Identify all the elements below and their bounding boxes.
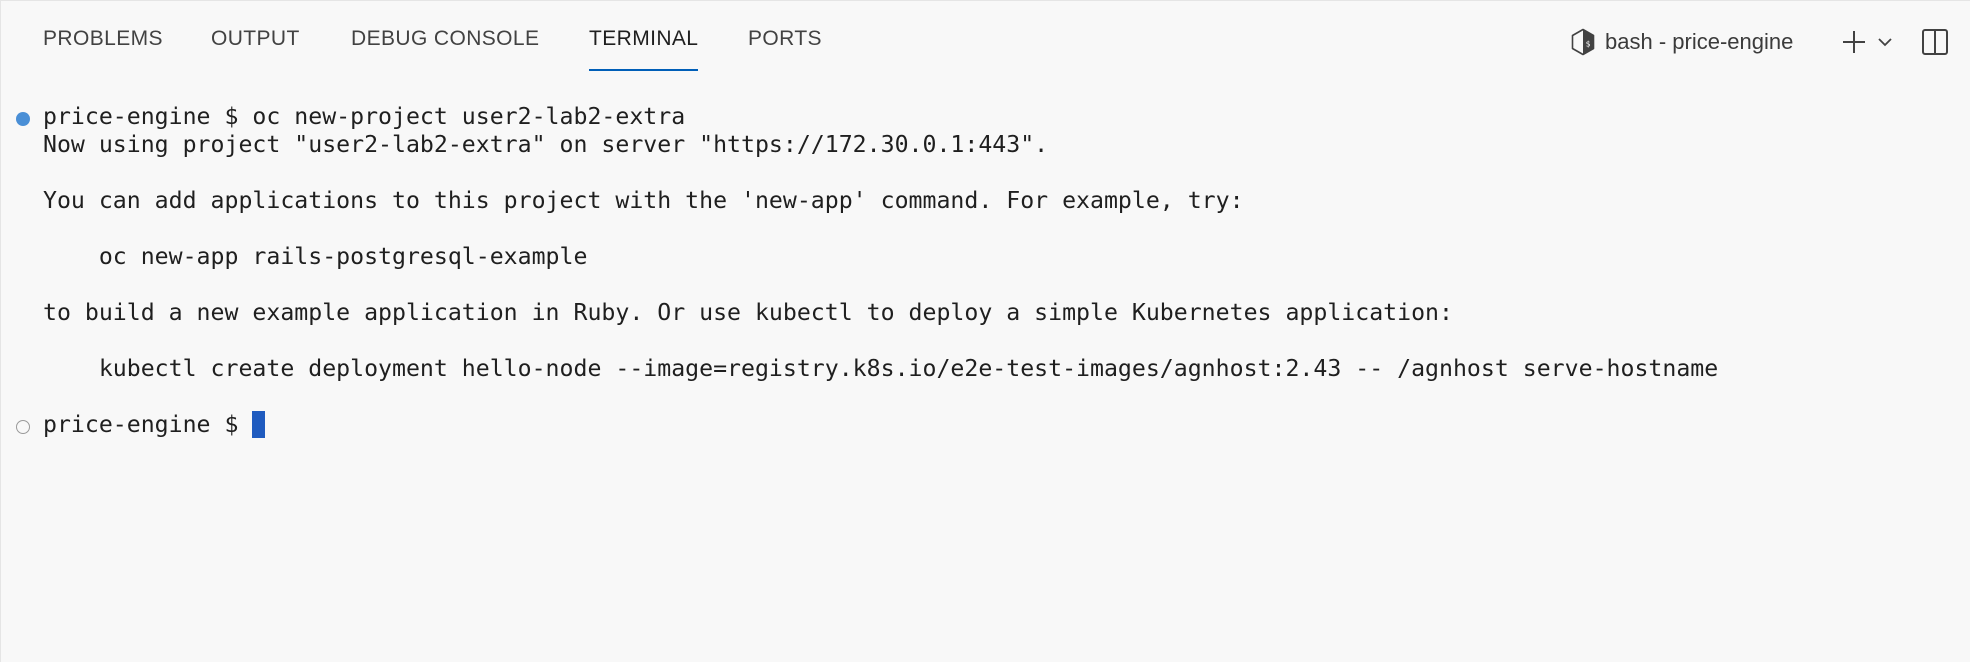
terminal-output[interactable]: price-engine $ oc new-project user2-lab2… [1,97,1970,637]
terminal-line: oc new-app rails-postgresql-example [43,243,588,270]
plus-icon[interactable] [1839,27,1869,57]
terminal-line: Now using project "user2-lab2-extra" on … [43,131,1049,158]
chevron-down-icon[interactable] [1875,31,1895,53]
active-tab-indicator [589,69,699,71]
terminal-line: price-engine $ oc new-project user2-lab2… [43,103,686,130]
terminal-selector-label: bash - price-engine [1605,29,1794,54]
tab-label: TERMINAL [589,27,699,50]
tab-label: PROBLEMS [43,27,163,50]
terminal-prompt: price-engine $ [43,411,253,438]
tab-debug-console[interactable]: DEBUG CONSOLE [351,27,539,71]
terminal-line: kubectl create deployment hello-node --i… [43,355,1719,382]
terminal-line: to build a new example application in Ru… [43,299,1453,326]
command-success-decoration-icon[interactable] [16,112,30,126]
panel-tab-bar: PROBLEMS OUTPUT DEBUG CONSOLE TERMINAL P… [1,1,1970,85]
terminal-selector[interactable]: $ bash - price-engine [1571,25,1793,59]
tab-label: OUTPUT [211,27,300,50]
tab-problems[interactable]: PROBLEMS [43,27,163,71]
command-empty-decoration-icon[interactable] [16,420,30,434]
split-editor-icon[interactable] [1920,27,1950,57]
tab-label: DEBUG CONSOLE [351,27,540,50]
terminal-bash-icon: $ [1571,28,1595,56]
terminal-cursor [252,411,266,438]
terminal-panel: PROBLEMS OUTPUT DEBUG CONSOLE TERMINAL P… [0,0,1970,662]
tab-output[interactable]: OUTPUT [211,27,300,71]
tab-ports[interactable]: PORTS [748,27,822,71]
terminal-line: You can add applications to this project… [43,187,1244,214]
tab-terminal[interactable]: TERMINAL [589,27,699,71]
terminal-prompt-line[interactable]: price-engine $ [43,411,266,439]
tab-label: PORTS [748,27,822,50]
svg-text:$: $ [1586,40,1591,49]
